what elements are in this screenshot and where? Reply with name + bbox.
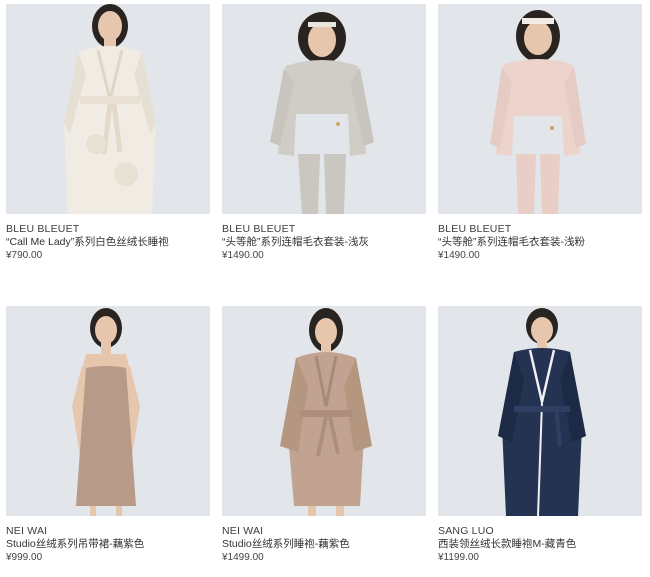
product-brand[interactable]: NEI WAI	[6, 525, 210, 537]
product-title[interactable]: “头等舱”系列连帽毛衣套装-浅灰	[222, 236, 426, 249]
product-image[interactable]	[6, 306, 210, 516]
product-brand[interactable]: BLEU BLEUET	[222, 223, 426, 235]
product-card[interactable]: BLEU BLEUET “头等舱”系列连帽毛衣套装-浅粉 ¥1490.00	[438, 4, 642, 262]
product-image[interactable]	[438, 306, 642, 516]
product-image[interactable]	[6, 4, 210, 214]
product-title[interactable]: Studio丝绒系列吊带裙-藕紫色	[6, 538, 210, 551]
product-brand[interactable]: SANG LUO	[438, 525, 642, 537]
product-price: ¥1490.00	[222, 250, 264, 261]
model-velvet-robe-icon	[280, 308, 372, 516]
model-pink-hoodie-set-icon	[490, 10, 586, 214]
model-grey-hoodie-set-icon	[270, 12, 374, 214]
product-title[interactable]: “Call Me Lady”系列白色丝绒长睡袍	[6, 236, 210, 249]
product-price: ¥1499.00	[222, 552, 264, 563]
model-white-velvet-robe-icon	[64, 4, 156, 214]
product-price: ¥790.00	[6, 250, 43, 261]
product-grid: BLEU BLEUET “Call Me Lady”系列白色丝绒长睡袍 ¥790…	[0, 0, 650, 577]
product-title[interactable]: 西装领丝绒长款睡袍M-藏青色	[438, 538, 642, 551]
product-price: ¥1490.00	[438, 250, 480, 261]
product-brand[interactable]: NEI WAI	[222, 525, 426, 537]
product-image[interactable]	[222, 4, 426, 214]
product-card[interactable]: NEI WAI Studio丝绒系列睡袍-藕紫色 ¥1499.00	[222, 306, 426, 564]
product-card[interactable]: SANG LUO 西装领丝绒长款睡袍M-藏青色 ¥1199.00	[438, 306, 642, 564]
model-navy-velvet-robe-icon	[498, 308, 586, 516]
model-slip-dress-icon	[72, 308, 140, 516]
product-price: ¥1199.00	[438, 552, 479, 563]
product-image[interactable]	[222, 306, 426, 516]
product-card[interactable]: BLEU BLEUET “头等舱”系列连帽毛衣套装-浅灰 ¥1490.00	[222, 4, 426, 262]
product-card[interactable]: BLEU BLEUET “Call Me Lady”系列白色丝绒长睡袍 ¥790…	[6, 4, 210, 262]
product-brand[interactable]: BLEU BLEUET	[438, 223, 642, 235]
product-brand[interactable]: BLEU BLEUET	[6, 223, 210, 235]
product-title[interactable]: “头等舱”系列连帽毛衣套装-浅粉	[438, 236, 642, 249]
product-title[interactable]: Studio丝绒系列睡袍-藕紫色	[222, 538, 426, 551]
product-card[interactable]: NEI WAI Studio丝绒系列吊带裙-藕紫色 ¥999.00	[6, 306, 210, 564]
product-price: ¥999.00	[6, 552, 43, 563]
product-image[interactable]	[438, 4, 642, 214]
